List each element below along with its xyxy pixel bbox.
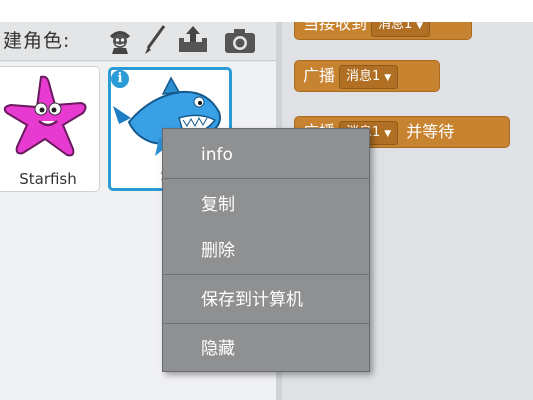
menu-item-save-to-computer[interactable]: 保存到计算机 <box>163 280 369 320</box>
sprite-thumbnail-starfish[interactable]: Starfish <box>0 66 100 192</box>
menu-item-hide[interactable]: 隐藏 <box>163 329 369 369</box>
menu-separator <box>163 274 369 275</box>
dropdown-arrow-icon: ▼ <box>384 128 392 139</box>
block-label: 广播 <box>303 66 336 85</box>
dropdown-arrow-icon: ▼ <box>416 20 424 31</box>
menu-item-info[interactable]: info <box>163 135 369 175</box>
sprite-info-button[interactable]: i <box>111 70 129 88</box>
broadcast-block[interactable]: 广播 消息1 ▼ <box>294 60 440 92</box>
sprite-context-menu: info 复制 删除 保存到计算机 隐藏 <box>162 128 370 372</box>
paint-brush-icon[interactable] <box>140 24 168 56</box>
upload-sprite-icon[interactable] <box>176 24 210 56</box>
block-suffix: 并等待 <box>406 122 455 141</box>
message-dropdown[interactable]: 消息1▼ <box>339 64 399 89</box>
menu-separator <box>163 323 369 324</box>
camera-icon[interactable] <box>222 24 258 56</box>
new-sprite-label: 建角色: <box>3 30 71 52</box>
starfish-image <box>3 75 87 157</box>
menu-item-duplicate[interactable]: 复制 <box>163 185 369 225</box>
sprite-name-starfish: Starfish <box>19 170 77 188</box>
choose-sprite-icon[interactable] <box>104 24 136 56</box>
menu-separator <box>163 178 369 179</box>
screenshot: 建角色: Starfish i 当接收到 消息1 ▼ 广播 消息1 ▼ ▼ 并等… <box>0 0 533 400</box>
top-margin <box>0 0 533 22</box>
dropdown-value: 消息1 <box>346 68 381 84</box>
menu-item-delete[interactable]: 删除 <box>163 231 369 271</box>
dropdown-arrow-icon: ▼ <box>384 72 392 83</box>
